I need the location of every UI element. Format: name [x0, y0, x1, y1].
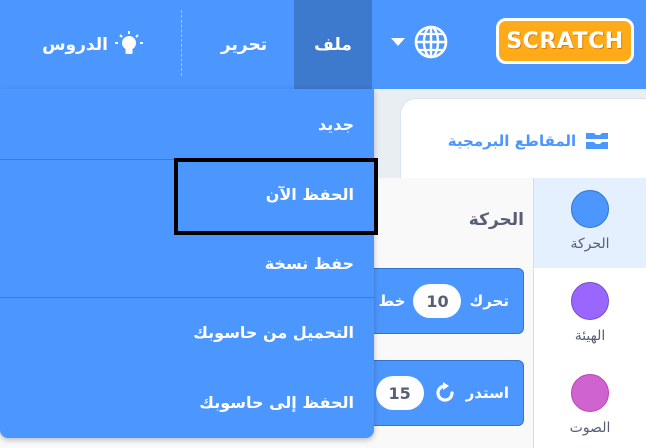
language-menu-button[interactable] — [384, 22, 456, 62]
move-block-text: تحرك — [469, 292, 509, 310]
move-steps-input[interactable]: 10 — [413, 284, 462, 318]
category-looks-dot — [571, 282, 609, 320]
turn-degrees-input[interactable]: 15 — [375, 376, 424, 410]
lightbulb-icon — [114, 30, 143, 54]
file-dropdown-menu: جديد الحفظ الآن حفظ نسخة التحميل من حاسو… — [0, 89, 374, 438]
category-looks-label: الهيئة — [574, 328, 606, 344]
tutorials-menu-button[interactable]: الدروس — [18, 0, 168, 89]
category-motion[interactable]: الحركة — [534, 178, 646, 268]
category-list: الحركة الهيئة الصوت — [534, 178, 646, 448]
turn-block-text: استدر — [465, 384, 509, 402]
menu-divider — [181, 10, 182, 76]
palette-section-title: الحركة — [468, 210, 524, 230]
tutorials-label: الدروس — [42, 34, 108, 55]
selection-highlight-box — [174, 158, 378, 235]
tab-code[interactable]: المقاطع البرمجية — [400, 98, 646, 182]
category-sound[interactable]: الصوت — [534, 362, 646, 448]
menu-item-new[interactable]: جديد — [0, 89, 374, 159]
rotate-clockwise-icon — [436, 382, 454, 402]
tab-code-label: المقاطع البرمجية — [447, 131, 577, 150]
category-motion-dot — [571, 190, 609, 228]
edit-menu-button[interactable]: تحرير — [198, 0, 290, 89]
menu-bar: SCRATCH ملف تحرير الدروس — [0, 0, 646, 89]
chevron-down-icon — [391, 38, 405, 46]
category-sound-label: الصوت — [569, 420, 611, 436]
code-blocks-icon — [586, 132, 609, 149]
move-block-suffix: خط — [378, 292, 406, 310]
menu-item-load-from-computer[interactable]: التحميل من حاسوبك — [0, 297, 374, 367]
file-menu-button[interactable]: ملف — [294, 0, 372, 89]
menu-item-save-copy[interactable]: حفظ نسخة — [0, 229, 374, 297]
category-looks[interactable]: الهيئة — [534, 270, 646, 360]
category-sound-dot — [571, 374, 609, 412]
category-motion-label: الحركة — [570, 236, 610, 252]
menu-item-save-to-computer[interactable]: الحفظ إلى حاسوبك — [0, 367, 374, 438]
globe-icon — [414, 25, 448, 59]
scratch-logo[interactable]: SCRATCH — [496, 18, 634, 64]
